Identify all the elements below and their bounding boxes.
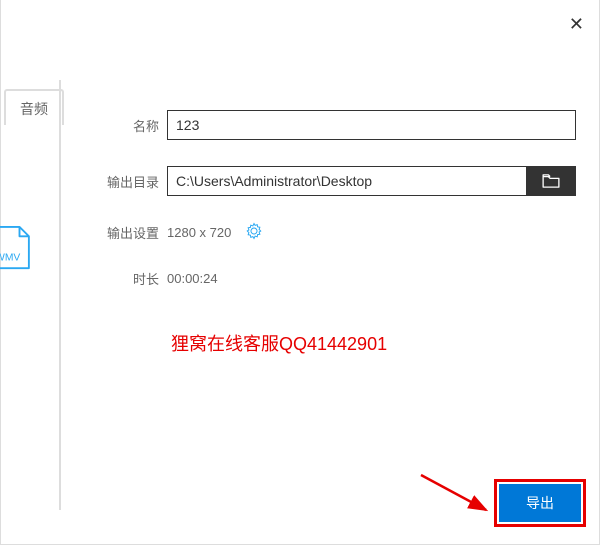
- export-button[interactable]: 导出: [499, 484, 581, 522]
- output-settings-value: 1280 x 720: [167, 225, 231, 240]
- duration-label: 时长: [101, 269, 159, 288]
- output-settings-label: 输出设置: [101, 223, 159, 242]
- row-output-settings: 输出设置 1280 x 720: [101, 222, 576, 243]
- duration-value: 00:00:24: [167, 271, 218, 286]
- output-dir-label: 输出目录: [101, 172, 159, 191]
- row-name: 名称: [101, 110, 576, 140]
- name-input[interactable]: [167, 110, 576, 140]
- svg-text:WMV: WMV: [0, 253, 20, 264]
- annotation-arrow-icon: [416, 470, 506, 525]
- gear-icon: [245, 222, 263, 240]
- export-form: 名称 输出目录 输出设置 1280 x 720 时长 00:00:24: [101, 110, 576, 314]
- row-duration: 时长 00:00:24: [101, 269, 576, 288]
- sidebar: WMV: [1, 80, 61, 510]
- row-output-dir: 输出目录: [101, 166, 576, 196]
- name-label: 名称: [101, 116, 159, 135]
- document-icon: WMV: [0, 225, 31, 270]
- close-button[interactable]: ✕: [569, 15, 584, 33]
- output-dir-input[interactable]: [167, 166, 526, 196]
- export-dialog: ✕ 音频 WMV 名称 输出目录 输出设置 1280: [0, 0, 600, 545]
- browse-button[interactable]: [526, 166, 576, 196]
- folder-icon: [542, 174, 560, 188]
- settings-gear-button[interactable]: [245, 222, 263, 243]
- watermark-text: 狸窝在线客服QQ41442901: [171, 330, 387, 356]
- format-thumb-wmv[interactable]: WMV: [1, 225, 46, 270]
